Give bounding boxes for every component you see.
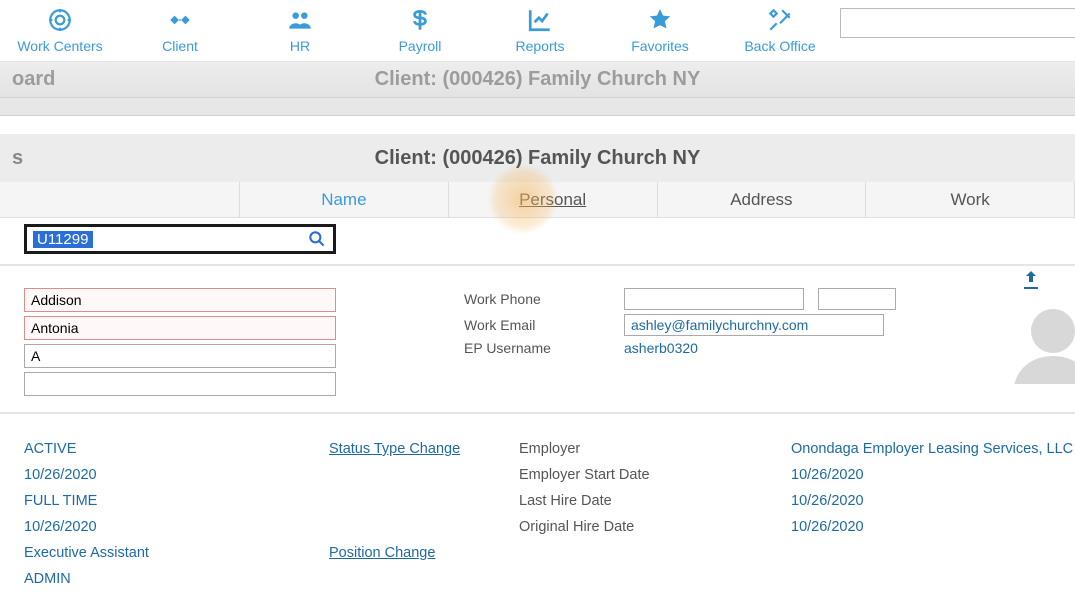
employer-value: Onondaga Employer Leasing Services, LLC — [791, 436, 1075, 462]
middle-initial-field[interactable] — [24, 344, 336, 368]
nav-label: Client — [120, 38, 240, 54]
work-email-row: Work Email — [464, 314, 894, 336]
top-nav: Work Centers Client HR Payroll Reports F… — [0, 0, 1075, 62]
work-phone-label: Work Phone — [464, 291, 624, 307]
form-area: Work Phone Work Email EP Username asherb… — [0, 266, 1075, 414]
name-fields — [24, 288, 344, 400]
link-label: Status Type Change — [329, 441, 460, 457]
target-icon — [0, 6, 120, 34]
breadcrumb-top-center: Client: (000426) Family Church NY — [0, 68, 1075, 91]
tabs-container: Name Personal Address Work — [0, 182, 1075, 218]
emp-right-values: Onondaga Employer Leasing Services, LLC … — [791, 436, 1075, 592]
nav-label: Favorites — [600, 38, 720, 54]
spacer — [0, 116, 1075, 134]
tab-name[interactable]: Name — [240, 182, 449, 217]
suffix-field[interactable] — [24, 372, 336, 396]
tab-label: Address — [730, 190, 792, 210]
chart-icon — [480, 6, 600, 34]
position-change-link[interactable]: Position Change — [329, 540, 489, 566]
id-search-row — [0, 218, 1075, 266]
spacer — [0, 98, 1075, 116]
search-icon[interactable] — [307, 229, 327, 249]
first-name-field[interactable] — [24, 288, 336, 312]
type-value: FULL TIME — [24, 488, 299, 514]
emp-left-links: Status Type Change Position Change — [329, 436, 489, 592]
original-hire-date-value: 10/26/2020 — [791, 514, 1075, 540]
spacer — [329, 514, 489, 540]
breadcrumb-sub: s Client: (000426) Family Church NY — [0, 134, 1075, 182]
ep-username-label: EP Username — [464, 340, 624, 356]
nav-favorites[interactable]: Favorites — [600, 0, 720, 54]
tab-personal[interactable]: Personal — [449, 182, 658, 217]
handshake-icon — [120, 6, 240, 34]
breadcrumb-top-left: oard — [12, 68, 55, 91]
global-search-wrap — [840, 0, 1075, 38]
tab-work[interactable]: Work — [866, 182, 1075, 217]
upload-icon[interactable] — [1019, 268, 1043, 292]
tab-label: Name — [321, 190, 366, 210]
tab-label: Personal — [519, 190, 586, 210]
spacer — [329, 488, 489, 514]
nav-label: Reports — [480, 38, 600, 54]
nav-back-office[interactable]: Back Office — [720, 0, 840, 54]
employment-details: ACTIVE 10/26/2020 FULL TIME 10/26/2020 E… — [0, 414, 1075, 614]
employer-start-date-label: Employer Start Date — [519, 462, 761, 488]
position-value: Executive Assistant — [24, 540, 299, 566]
breadcrumb-top: oard Client: (000426) Family Church NY — [0, 62, 1075, 98]
dollar-icon — [360, 6, 480, 34]
nav-label: Payroll — [360, 38, 480, 54]
global-search-input[interactable] — [840, 8, 1075, 38]
tabs-row: Name Personal Address Work — [0, 182, 1075, 218]
last-name-field[interactable] — [24, 316, 336, 340]
nav-payroll[interactable]: Payroll — [360, 0, 480, 54]
nav-client[interactable]: Client — [120, 0, 240, 54]
spacer — [329, 462, 489, 488]
status-type-change-link[interactable]: Status Type Change — [329, 436, 489, 462]
avatar — [993, 296, 1075, 384]
tools-icon — [720, 6, 840, 34]
employer-label: Employer — [519, 436, 761, 462]
ep-username-value: asherb0320 — [624, 340, 894, 356]
contact-fields: Work Phone Work Email EP Username asherb… — [464, 288, 894, 400]
link-label: Position Change — [329, 545, 435, 561]
id-search-input[interactable] — [33, 231, 93, 248]
ep-username-row: EP Username asherb0320 — [464, 340, 894, 356]
nav-work-centers[interactable]: Work Centers — [0, 0, 120, 54]
emp-right-labels: Employer Employer Start Date Last Hire D… — [519, 436, 761, 592]
nav-hr[interactable]: HR — [240, 0, 360, 54]
tab-address[interactable]: Address — [658, 182, 867, 217]
last-hire-date-label: Last Hire Date — [519, 488, 761, 514]
work-email-field[interactable] — [624, 314, 884, 336]
tabs-lead-spacer — [0, 182, 240, 217]
dept-value: ADMIN — [24, 566, 299, 592]
star-icon — [600, 6, 720, 34]
work-phone-field[interactable] — [624, 288, 804, 310]
nav-reports[interactable]: Reports — [480, 0, 600, 54]
status-value: ACTIVE — [24, 436, 299, 462]
work-phone-row: Work Phone — [464, 288, 894, 310]
tab-label: Work — [950, 190, 989, 210]
status-date-value: 10/26/2020 — [24, 462, 299, 488]
original-hire-date-label: Original Hire Date — [519, 514, 761, 540]
breadcrumb-sub-left: s — [12, 147, 23, 170]
work-email-label: Work Email — [464, 317, 624, 333]
employer-start-date-value: 10/26/2020 — [791, 462, 1075, 488]
emp-left-values: ACTIVE 10/26/2020 FULL TIME 10/26/2020 E… — [24, 436, 299, 592]
work-phone-ext-field[interactable] — [818, 288, 896, 310]
breadcrumb-sub-center: Client: (000426) Family Church NY — [0, 147, 1075, 170]
nav-label: HR — [240, 38, 360, 54]
id-search — [24, 224, 336, 254]
last-hire-date-value: 10/26/2020 — [791, 488, 1075, 514]
people-icon — [240, 6, 360, 34]
type-date-value: 10/26/2020 — [24, 514, 299, 540]
nav-label: Back Office — [720, 38, 840, 54]
nav-label: Work Centers — [0, 38, 120, 54]
